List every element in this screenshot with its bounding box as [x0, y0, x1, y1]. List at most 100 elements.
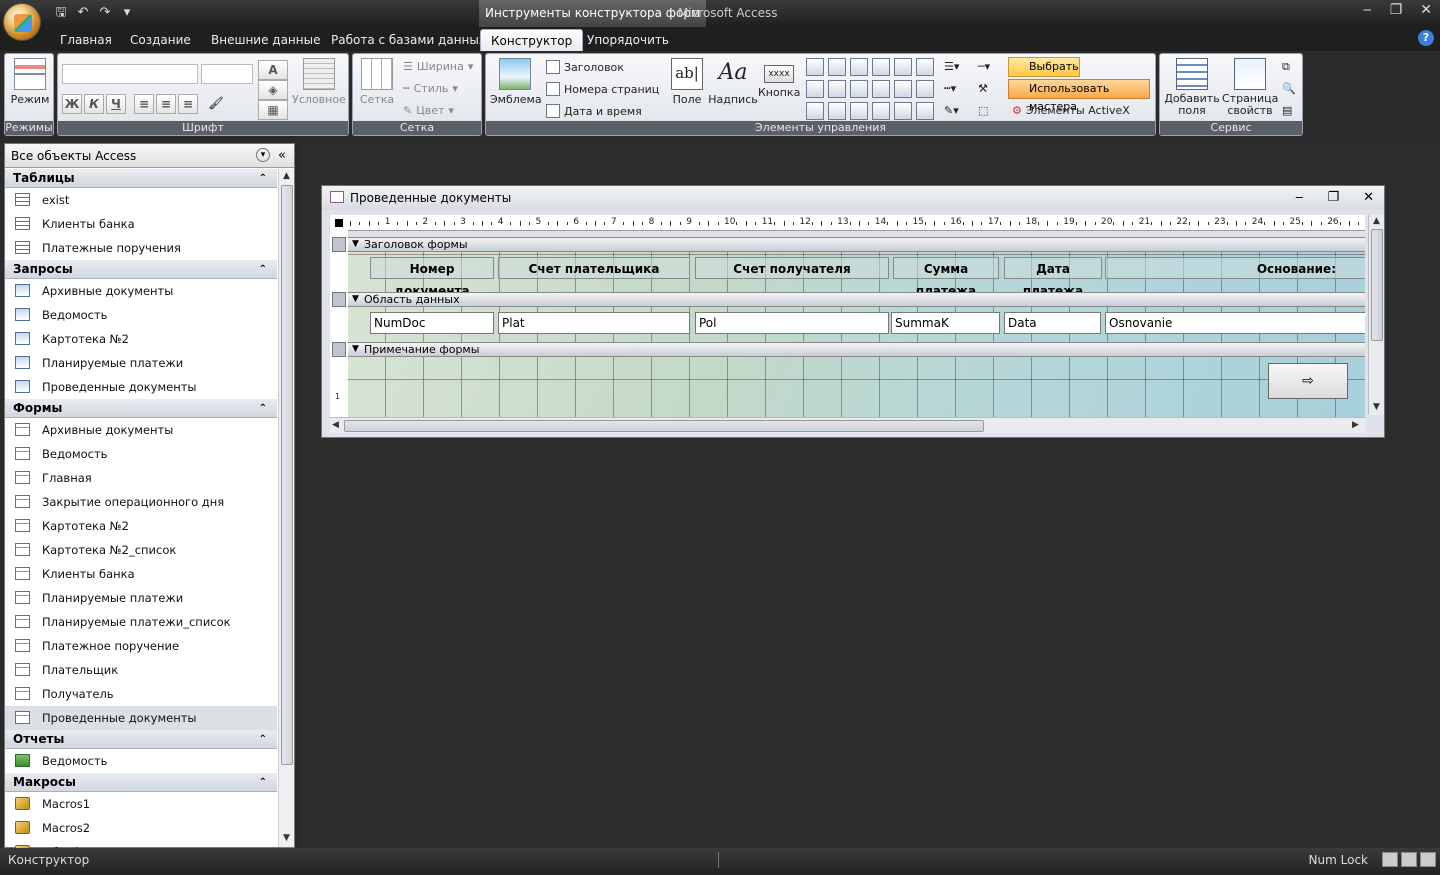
- label-payment-date[interactable]: Дата платежа: [1004, 257, 1102, 292]
- listbox-icon[interactable]: [806, 58, 824, 76]
- collapse-chevron-icon[interactable]: ⌃: [259, 169, 267, 188]
- label-recipient-account[interactable]: Счет получателя: [695, 257, 889, 279]
- line-type-button[interactable]: ┅▾: [944, 82, 956, 95]
- form-view-icon[interactable]: [1382, 852, 1398, 867]
- form-header-area[interactable]: Номер документа Счет плательщика Счет по…: [348, 252, 1365, 292]
- vertical-ruler[interactable]: 1: [330, 231, 348, 417]
- scroll-up-icon[interactable]: ▲: [1373, 216, 1380, 226]
- field-summak[interactable]: SummaK: [891, 312, 1000, 334]
- conditional-format-button[interactable]: Условное: [292, 58, 346, 106]
- horizontal-ruler[interactable]: 1 2 3 4 5 6 7 8 9 10 11 12 13 14 15 16 17 18 19 20 21 22 23 24 2…: [348, 215, 1365, 231]
- form-footer-area[interactable]: ⇨: [348, 357, 1365, 417]
- nav-item-form[interactable]: Главная: [5, 466, 277, 490]
- form-vertical-scrollbar[interactable]: ▲ ▼: [1368, 215, 1384, 415]
- option-button-icon[interactable]: [850, 102, 868, 120]
- nav-item-table[interactable]: exist: [5, 188, 277, 212]
- nav-item-form[interactable]: Архивные документы: [5, 418, 277, 442]
- line-icon[interactable]: [828, 58, 846, 76]
- detail-area[interactable]: NumDoc Plat Pol SummaK Data Osnovanie: [348, 307, 1365, 342]
- tab-create[interactable]: Создание: [120, 29, 201, 51]
- width-button[interactable]: ☰ Ширина ▾: [403, 60, 473, 73]
- hyperlink-icon[interactable]: [916, 80, 934, 98]
- tab-arrange[interactable]: Упорядочить: [577, 29, 679, 51]
- gridlines-button[interactable]: Сетка: [357, 58, 397, 106]
- collapse-chevron-icon[interactable]: ⌃: [259, 260, 267, 279]
- logo-button[interactable]: Эмблема: [490, 58, 542, 106]
- help-icon[interactable]: ?: [1418, 30, 1434, 46]
- nav-menu-chevron-icon[interactable]: ▾: [256, 148, 270, 162]
- collapse-chevron-icon[interactable]: ⌃: [259, 773, 267, 792]
- button-control-button[interactable]: xxxx Кнопка: [758, 58, 800, 99]
- exit-command-button[interactable]: ⇨: [1268, 363, 1348, 399]
- layout-view-icon[interactable]: [1401, 852, 1417, 867]
- nav-item-form[interactable]: Плательщик: [5, 658, 277, 682]
- minimize-button[interactable]: ‒: [1363, 2, 1372, 18]
- nav-item-form[interactable]: Ведомость: [5, 442, 277, 466]
- customize-qat-icon[interactable]: ▾: [118, 4, 136, 22]
- nav-item-form[interactable]: Клиенты банка: [5, 562, 277, 586]
- office-button[interactable]: [3, 3, 41, 41]
- nav-item-query[interactable]: Картотека №2: [5, 327, 277, 351]
- font-color-button[interactable]: A: [258, 60, 288, 80]
- section-bar-detail[interactable]: ▼ Область данных: [348, 292, 1365, 307]
- underline-button[interactable]: Ч: [106, 94, 126, 114]
- view-button[interactable]: Режим: [9, 58, 51, 106]
- style-button[interactable]: ┅ Стиль ▾: [403, 82, 458, 95]
- label-payment-amount[interactable]: Сумма платежа: [893, 257, 999, 292]
- page-break-icon[interactable]: [916, 58, 934, 76]
- rectangle-icon[interactable]: [828, 80, 846, 98]
- nav-item-form[interactable]: Планируемые платежи_список: [5, 610, 277, 634]
- scroll-left-icon[interactable]: ◀: [332, 420, 339, 430]
- section-bar-header[interactable]: ▼ Заголовок формы: [348, 237, 1365, 252]
- date-time-button[interactable]: Дата и время: [546, 104, 642, 118]
- code-button[interactable]: ⧉: [1282, 60, 1290, 74]
- unbound-object-icon[interactable]: [894, 80, 912, 98]
- activex-button[interactable]: ⚙ Элементы ActiveX: [1012, 104, 1130, 117]
- nav-item-query[interactable]: Планируемые платежи: [5, 351, 277, 375]
- scroll-up-icon[interactable]: ▲: [283, 171, 290, 181]
- nav-item-table[interactable]: Платежные поручения: [5, 236, 277, 260]
- set-control-defaults-button[interactable]: ⚒: [978, 82, 988, 95]
- form-selector[interactable]: [330, 215, 348, 231]
- close-button[interactable]: ✕: [1420, 2, 1432, 18]
- select-all-button[interactable]: ⬚: [978, 104, 988, 117]
- align-left-button[interactable]: ≡: [134, 94, 154, 114]
- fill-color-button[interactable]: ◈: [258, 80, 288, 100]
- label-doc-number[interactable]: Номер документа: [370, 257, 494, 292]
- attachment-icon[interactable]: [916, 102, 934, 120]
- align-center-button[interactable]: ≡: [156, 94, 176, 114]
- align-right-button[interactable]: ≡: [178, 94, 198, 114]
- nav-item-query[interactable]: Ведомость: [5, 303, 277, 327]
- form-close-button[interactable]: ✕: [1363, 186, 1374, 210]
- color-button[interactable]: ✎ Цвет ▾: [403, 104, 454, 117]
- nav-category-report[interactable]: Отчеты ⌃: [5, 730, 277, 749]
- nav-item-query[interactable]: Архивные документы: [5, 279, 277, 303]
- italic-button[interactable]: К: [84, 94, 104, 114]
- field-pol[interactable]: Pol: [695, 312, 889, 334]
- nav-category-table[interactable]: Таблицы ⌃: [5, 169, 277, 188]
- title-button[interactable]: Заголовок: [546, 60, 624, 74]
- use-wizards-button[interactable]: Использовать мастера: [1008, 79, 1150, 113]
- save-icon[interactable]: 🖫: [52, 4, 70, 22]
- nav-item-form[interactable]: Платежное поручение: [5, 634, 277, 658]
- section-selector[interactable]: [332, 237, 346, 252]
- collapse-chevron-icon[interactable]: ⌃: [259, 399, 267, 418]
- nav-item-form[interactable]: Получатель: [5, 682, 277, 706]
- tab-external-data[interactable]: Внешние данные: [201, 29, 330, 51]
- field-osnovanie[interactable]: Osnovanie: [1105, 312, 1365, 334]
- undo-icon[interactable]: ↶: [74, 4, 92, 22]
- tab-control-icon[interactable]: [872, 58, 890, 76]
- nav-item-form[interactable]: Проведенные документы: [5, 706, 277, 730]
- line-color-button[interactable]: ✎▾: [944, 104, 959, 117]
- form-restore-button[interactable]: ❐: [1327, 186, 1339, 210]
- view-code-button[interactable]: 🔍: [1282, 82, 1296, 95]
- collapse-chevron-icon[interactable]: ⌃: [259, 730, 267, 749]
- nav-item-macro[interactable]: Macros1: [5, 792, 277, 816]
- property-sheet-button[interactable]: Страница свойств: [1222, 58, 1278, 117]
- borders-button[interactable]: ▦: [258, 100, 288, 120]
- image-icon[interactable]: [894, 102, 912, 120]
- label-basis[interactable]: Основание:: [1105, 257, 1365, 279]
- collapse-pane-icon[interactable]: «: [278, 144, 286, 168]
- scroll-thumb[interactable]: [281, 185, 293, 765]
- field-numdoc[interactable]: NumDoc: [370, 312, 494, 334]
